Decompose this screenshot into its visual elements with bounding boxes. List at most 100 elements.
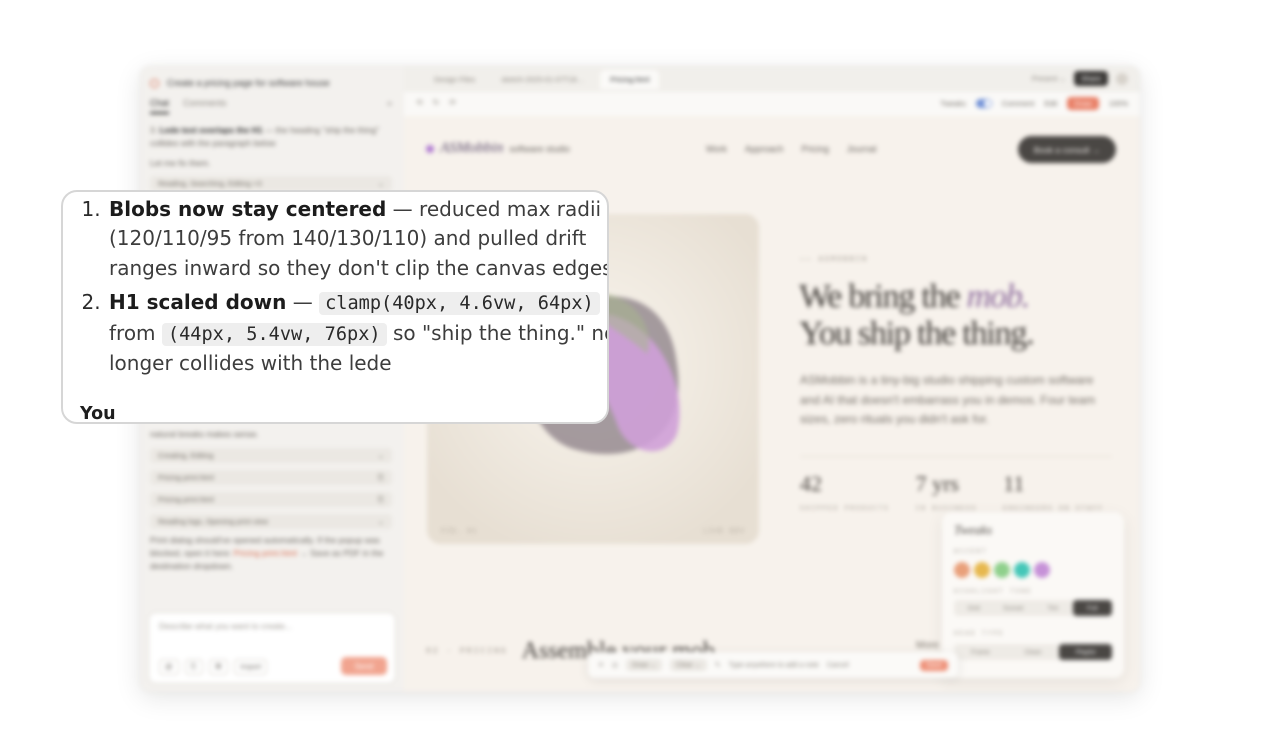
tool-call-row[interactable]: Creating, Editing ⌄ [150, 448, 392, 463]
accent-swatch[interactable] [1034, 562, 1050, 578]
site-nav: Work Approach Pricing Journal [706, 144, 876, 154]
tab-sketch[interactable]: sketch-2025-01-07T18… [491, 70, 594, 89]
redo-icon[interactable]: ↻ [433, 98, 440, 107]
window-actions: Present ⌄ Share [1032, 71, 1128, 86]
tool-call-row[interactable]: Pricing print.html ⎘ [150, 492, 392, 507]
chat-issue-item: 3. Lede text overlaps the H1 — the headi… [150, 124, 390, 150]
clear-select[interactable]: Clear ⌄ [670, 659, 707, 671]
brand-dot-icon [426, 144, 434, 153]
attach-button[interactable]: ⎘ [184, 659, 203, 675]
book-consult-button[interactable]: Book a consult → [1018, 136, 1116, 163]
edit-button[interactable]: Edit [1044, 99, 1057, 108]
comment-button[interactable]: Comment [1002, 99, 1035, 108]
change-text: from [109, 320, 162, 345]
accent-swatch[interactable] [954, 562, 970, 578]
highlight-segmented-control: Grid Sunset Tint Full [954, 600, 1112, 616]
tweaks-toggle-label: Tweaks [940, 99, 966, 108]
present-button[interactable]: Present ⌄ [1032, 74, 1066, 83]
head-type-option[interactable]: Playful [1059, 644, 1113, 660]
highlight-label: HIGHLIGHT TONE [954, 588, 1033, 595]
tool-call-label: Reading, Searching, Editing ×3 [158, 179, 262, 188]
print-file-link[interactable]: Pricing print.html [234, 548, 297, 558]
nav-work[interactable]: Work [706, 144, 727, 154]
change-list: Blobs now stay centered — reduced max ra… [63, 195, 607, 383]
share-button[interactable]: Share [1073, 71, 1108, 86]
head-type-option[interactable]: Frame [954, 644, 1007, 660]
tool-call-row[interactable]: Reading logs, Opening print view ⌄ [150, 514, 392, 529]
close-icon[interactable]: ✕ [598, 661, 604, 669]
refresh-icon[interactable]: ⟳ [449, 98, 456, 107]
panel-tabs: Chat Comments [150, 98, 227, 114]
stat-label: ENGINEERS ON STAFF [1003, 505, 1105, 512]
accent-swatches [954, 562, 1050, 578]
more-link[interactable]: More [916, 640, 939, 651]
tab-chat[interactable]: Chat [150, 98, 170, 114]
file-tab-bar: Design Files sketch-2025-01-07T18… Prici… [404, 66, 1140, 93]
mention-button[interactable]: @ [159, 659, 179, 675]
stat-label: SHIPPED PRODUCTS [800, 505, 890, 512]
tab-comments[interactable]: Comments [183, 98, 227, 114]
section-number: 02 · PRICING [426, 647, 508, 656]
target-icon[interactable]: ◎ [612, 661, 618, 669]
em-dash: — [286, 290, 320, 315]
nav-pricing[interactable]: Pricing [801, 144, 829, 154]
avatar[interactable] [1116, 72, 1128, 85]
message-author-label: You [80, 404, 116, 424]
tab-pricing-html[interactable]: Pricing.html [600, 70, 660, 89]
em-dash: — [386, 197, 420, 221]
composer-tools: @ ⎘ ⌘ Import [159, 659, 268, 675]
accent-swatch[interactable] [994, 562, 1010, 578]
chevron-down-icon: ⌄ [377, 451, 384, 460]
hero-stats: 42 SHIPPED PRODUCTS 7 yrs IN BUSINESS 11 EN… [800, 471, 1104, 515]
tool-call-row[interactable]: Pricing print.html ⎘ [150, 470, 392, 485]
command-button[interactable]: ⌘ [208, 659, 229, 675]
highlight-option[interactable]: Tint [1033, 600, 1073, 616]
send-button[interactable]: Send [341, 657, 387, 675]
hero-heading-line2: You ship the thing. [799, 315, 1035, 352]
inline-code: (44px, 5.4vw, 76px) [161, 322, 387, 346]
save-button[interactable]: Save [920, 659, 948, 671]
zoom-level[interactable]: 100% [1109, 99, 1128, 108]
tweaks-title: Tweaks [954, 522, 993, 537]
app-logo-icon [150, 78, 159, 88]
cancel-button[interactable]: Cancel [827, 662, 849, 669]
tweaks-toggle[interactable] [975, 99, 992, 108]
inline-code: clamp(40px, 4.6vw, 64px) [319, 292, 600, 316]
note-icon: ✎ [714, 662, 721, 669]
accent-swatch[interactable] [1014, 562, 1030, 578]
highlight-option[interactable]: Grid [954, 600, 994, 616]
brand-subtitle: software studio [509, 143, 570, 154]
tab-design-files[interactable]: Design Files [424, 70, 485, 89]
tool-call-row[interactable]: Reading, Searching, Editing ×3 ⌄ [150, 176, 392, 191]
accent-swatch[interactable] [974, 562, 990, 578]
draw-mode-select[interactable]: Draw ⌄ [625, 659, 663, 671]
collapse-panel-icon[interactable]: » [387, 98, 392, 108]
hero-heading-line1: We bring the [799, 278, 967, 315]
hero-heading-accent: mob. [966, 278, 1030, 315]
site-brand[interactable]: ASMobbin software studio [426, 140, 570, 157]
head-type-option[interactable]: Clean [1007, 644, 1060, 660]
head-type-segmented-control: Frame Clean Playful [954, 644, 1113, 660]
tool-call-label: Pricing print.html [158, 495, 214, 504]
hero-divider [800, 456, 1112, 457]
issue-title: Lede text overlaps the H1 [159, 125, 263, 135]
hero-meta-left: FIG. 01 [441, 528, 478, 536]
chat-composer[interactable]: Describe what you want to create... @ ⎘ … [148, 612, 396, 684]
reload-icon[interactable]: ⟲ [416, 98, 423, 107]
stat-value: 11 [1003, 471, 1025, 496]
stat-shipped: 42 SHIPPED PRODUCTS [800, 471, 890, 515]
list-item: Blobs now stay centered — reduced max ra… [107, 195, 607, 283]
open-file-icon: ⎘ [378, 494, 384, 504]
highlight-option[interactable]: Full [1072, 600, 1112, 616]
import-button[interactable]: Import [234, 659, 268, 675]
project-title: Create a pricing page for software house [167, 78, 330, 88]
highlight-option[interactable]: Sunset [994, 600, 1034, 616]
canvas-toolbar: ⟲ ↻ ⟳ Tweaks Comment Edit Draw 100% [404, 92, 1140, 117]
nav-journal[interactable]: Journal [847, 144, 877, 154]
stat-value: 42 [800, 471, 822, 496]
note-input[interactable]: Type anywhere to add a note [729, 662, 819, 669]
annotation-bar: ✕ ◎ Draw ⌄ Clear ⌄ ✎ Type anywhere to ad… [588, 652, 958, 678]
nav-approach[interactable]: Approach [745, 144, 784, 154]
composer-placeholder[interactable]: Describe what you want to create... [159, 621, 292, 631]
draw-button[interactable]: Draw [1067, 97, 1099, 110]
